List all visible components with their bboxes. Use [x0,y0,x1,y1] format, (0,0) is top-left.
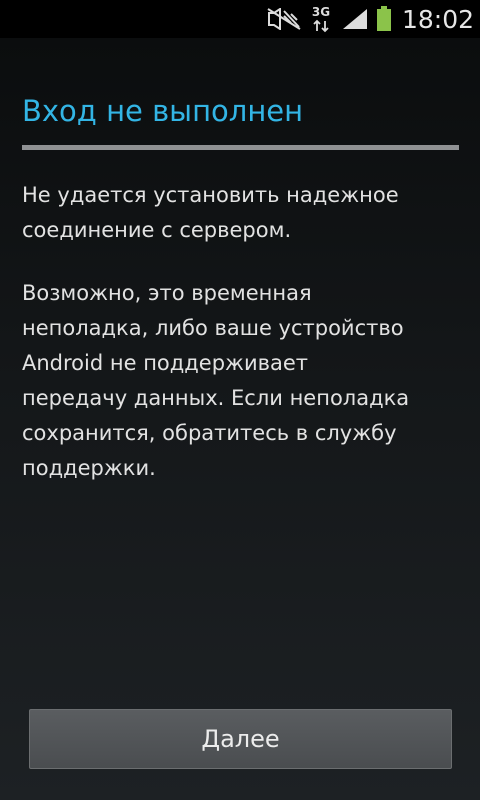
3g-network-icon: 3G [308,0,334,38]
error-explanation-line: Android не поддерживает [22,351,309,375]
error-explanation-line: Возможно, это временная [22,281,312,305]
error-explanation-line: поддержки. [22,456,156,480]
mute-icon [266,0,302,38]
status-clock: 18:02 [402,4,475,34]
error-message-line: соединение с сервером. [22,218,292,242]
error-explanation: Возможно, это временная неполадка, либо … [22,276,462,486]
next-button[interactable]: Далее [29,709,452,769]
status-bar: 3G 18:02 [0,0,480,38]
content-area: Вход не выполнен Не удается установить н… [0,38,480,800]
page-title: Вход не выполнен [22,94,304,128]
error-explanation-line: сохранится, обратитесь в службу [22,421,397,445]
network-type-label: 3G [312,5,330,19]
error-message: Не удается установить надежное соединени… [22,178,462,248]
title-divider [22,145,459,150]
error-message-line: Не удается установить надежное [22,183,399,207]
error-explanation-line: передачу данных. Если неполадка [22,386,410,410]
error-explanation-line: неполадка, либо ваше устройство [22,316,404,340]
signal-icon [340,0,370,38]
battery-icon [374,0,394,38]
